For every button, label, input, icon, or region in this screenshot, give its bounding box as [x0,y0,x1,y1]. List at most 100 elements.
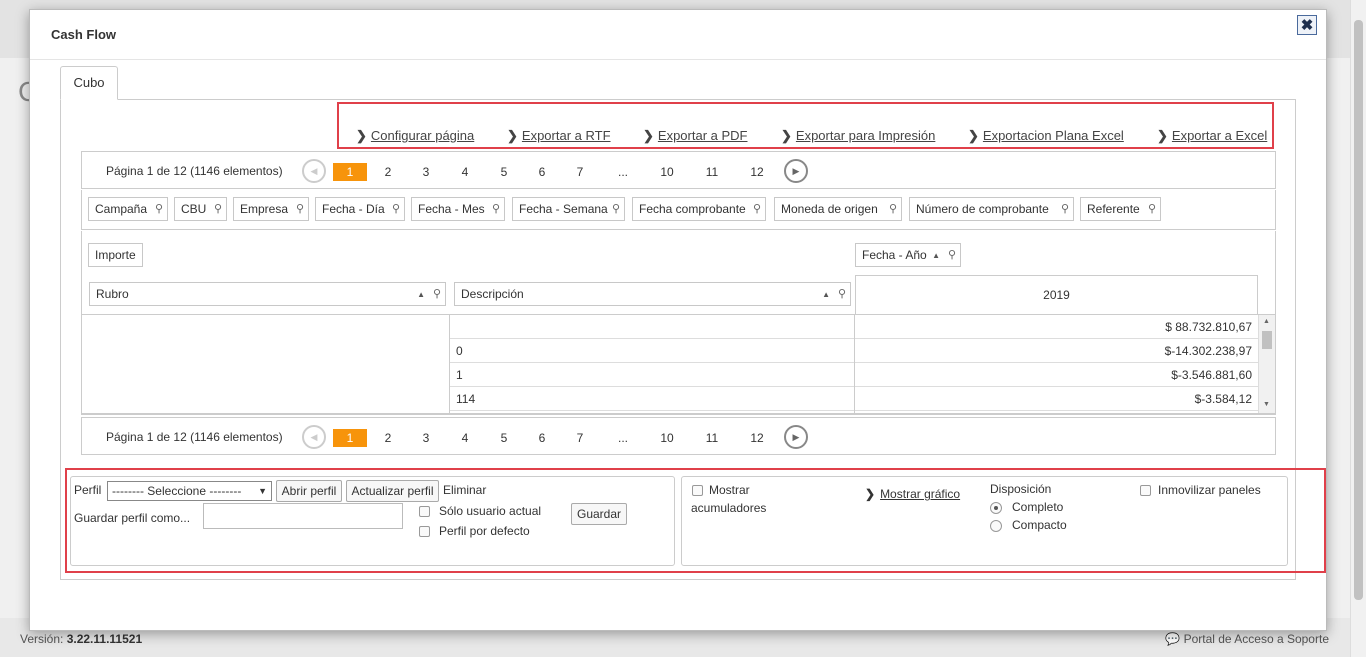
filter-icon[interactable]: ⚲ [612,198,620,220]
export-pdf-link[interactable]: ❯ Exportar a PDF [643,128,748,144]
solo-usuario-actual-checkbox[interactable] [419,506,430,517]
page-2[interactable]: 2 [371,163,405,181]
filter-icon[interactable]: ⚲ [1148,198,1156,220]
configure-page-link[interactable]: ❯ Configurar página [356,128,474,144]
eliminar-link[interactable]: Eliminar [443,483,486,497]
page-ellipsis[interactable]: ... [606,163,640,181]
filter-icon[interactable]: ⚲ [838,283,846,305]
filter-icon[interactable]: ⚲ [155,198,163,220]
page-5[interactable]: 5 [487,429,521,447]
filter-field-fecha-mes[interactable]: Fecha - Mes ⚲ [411,197,505,221]
page-scrollbar[interactable] [1350,0,1366,657]
filter-field-fecha-semana[interactable]: Fecha - Semana ⚲ [512,197,625,221]
configure-page-label[interactable]: Configurar página [371,128,474,143]
filter-icon[interactable]: ⚲ [753,198,761,220]
page-11[interactable]: 11 [695,163,729,181]
grid-scrollbar-thumb[interactable] [1262,331,1272,349]
grid-scrollbar[interactable]: ▲ ▼ [1258,315,1275,413]
row-field-descripcion[interactable]: Descripción ▲ ⚲ [454,282,851,306]
actualizar-perfil-button[interactable]: Actualizar perfil [346,480,439,502]
sort-asc-icon[interactable]: ▲ [932,245,940,267]
next-page-icon[interactable]: ▶ [784,159,808,183]
filter-icon[interactable]: ⚲ [948,244,956,266]
page-ellipsis[interactable]: ... [606,429,640,447]
close-button[interactable]: ✖ [1297,15,1317,35]
export-pdf-label[interactable]: Exportar a PDF [658,128,748,143]
perfil-por-defecto-checkbox[interactable] [419,526,430,537]
filter-field-referente[interactable]: Referente ⚲ [1080,197,1161,221]
export-flat-excel-link[interactable]: ❯ Exportacion Plana Excel [968,128,1124,144]
page-6[interactable]: 6 [525,163,559,181]
tab-cubo[interactable]: Cubo [60,66,118,100]
row-field-rubro[interactable]: Rubro ▲ ⚲ [89,282,446,306]
column-field-fecha-ano[interactable]: Fecha - Año ▲ ⚲ [855,243,961,267]
page-2[interactable]: 2 [371,429,405,447]
page-scrollbar-thumb[interactable] [1354,20,1363,600]
filter-field-cbu[interactable]: CBU ⚲ [174,197,227,221]
prev-page-icon[interactable]: ◀ [302,425,326,449]
completo-radio[interactable] [990,502,1002,514]
filter-icon[interactable]: ⚲ [889,198,897,220]
filter-field-fecha-comprobante[interactable]: Fecha comprobante ⚲ [632,197,766,221]
rubro-column [82,315,450,413]
page-3[interactable]: 3 [409,429,443,447]
filter-icon[interactable]: ⚲ [492,198,500,220]
scroll-down-icon[interactable]: ▼ [1263,401,1270,408]
page-5[interactable]: 5 [487,163,521,181]
filter-field-fecha-dia[interactable]: Fecha - Día ⚲ [315,197,405,221]
scroll-up-icon[interactable]: ▲ [1263,318,1270,325]
mostrar-acumuladores-checkbox[interactable] [692,485,703,496]
page-7[interactable]: 7 [563,163,597,181]
export-print-link[interactable]: ❯ Exportar para Impresión [781,128,935,144]
support-link-label[interactable]: Portal de Acceso a Soporte [1184,632,1329,646]
export-flat-excel-label[interactable]: Exportacion Plana Excel [983,128,1124,143]
support-link[interactable]: 💬 Portal de Acceso a Soporte [1165,632,1329,646]
filter-field-numero-comprobante[interactable]: Número de comprobante ⚲ [909,197,1074,221]
page-12[interactable]: 12 [740,163,774,181]
page-7[interactable]: 7 [563,429,597,447]
value-cell: $-3.546.881,60 [855,363,1258,387]
export-print-label[interactable]: Exportar para Impresión [796,128,935,143]
perfil-select[interactable]: -------- Seleccione -------- ▼ [107,481,272,501]
page-3[interactable]: 3 [409,163,443,181]
compacto-radio[interactable] [990,520,1002,532]
page-10[interactable]: 10 [650,429,684,447]
guardar-button[interactable]: Guardar [571,503,627,525]
guardar-perfil-como-label: Guardar perfil como... [74,511,191,525]
page-12[interactable]: 12 [740,429,774,447]
pager-top: Página 1 de 12 (1146 elementos) ◀ 1 2 3 … [81,151,1276,189]
chevron-right-icon: ❯ [1157,128,1168,143]
page-4[interactable]: 4 [448,429,482,447]
page-1[interactable]: 1 [333,429,367,447]
prev-page-icon[interactable]: ◀ [302,159,326,183]
export-excel-link[interactable]: ❯ Exportar a Excel [1157,128,1267,144]
filter-icon[interactable]: ⚲ [214,198,222,220]
export-rtf-label[interactable]: Exportar a RTF [522,128,611,143]
page-4[interactable]: 4 [448,163,482,181]
page-6[interactable]: 6 [525,429,559,447]
export-rtf-link[interactable]: ❯ Exportar a RTF [507,128,611,144]
filter-field-label: Empresa [240,202,289,216]
filter-icon[interactable]: ⚲ [433,283,441,305]
inmovilizar-paneles-checkbox[interactable] [1140,485,1151,496]
page-10[interactable]: 10 [650,163,684,181]
filter-icon[interactable]: ⚲ [392,198,400,220]
guardar-perfil-como-input[interactable] [203,503,403,529]
next-page-icon[interactable]: ▶ [784,425,808,449]
data-field-importe[interactable]: Importe [88,243,143,267]
mostrar-grafico-label[interactable]: Mostrar gráfico [880,487,960,501]
abrir-perfil-button[interactable]: Abrir perfil [276,480,342,502]
column-header-2019[interactable]: 2019 [855,275,1258,315]
filter-field-campana[interactable]: Campaña ⚲ [88,197,168,221]
sort-asc-icon[interactable]: ▲ [417,284,425,306]
sort-asc-icon[interactable]: ▲ [822,284,830,306]
mostrar-grafico-link[interactable]: ❯ Mostrar gráfico [865,487,960,501]
filter-field-empresa[interactable]: Empresa ⚲ [233,197,309,221]
page-11[interactable]: 11 [695,429,729,447]
export-excel-label[interactable]: Exportar a Excel [1172,128,1267,143]
mostrar-acumuladores-label-line2: acumuladores [691,501,767,515]
filter-icon[interactable]: ⚲ [296,198,304,220]
page-1[interactable]: 1 [333,163,367,181]
filter-field-moneda-origen[interactable]: Moneda de origen ⚲ [774,197,902,221]
filter-icon[interactable]: ⚲ [1061,198,1069,220]
